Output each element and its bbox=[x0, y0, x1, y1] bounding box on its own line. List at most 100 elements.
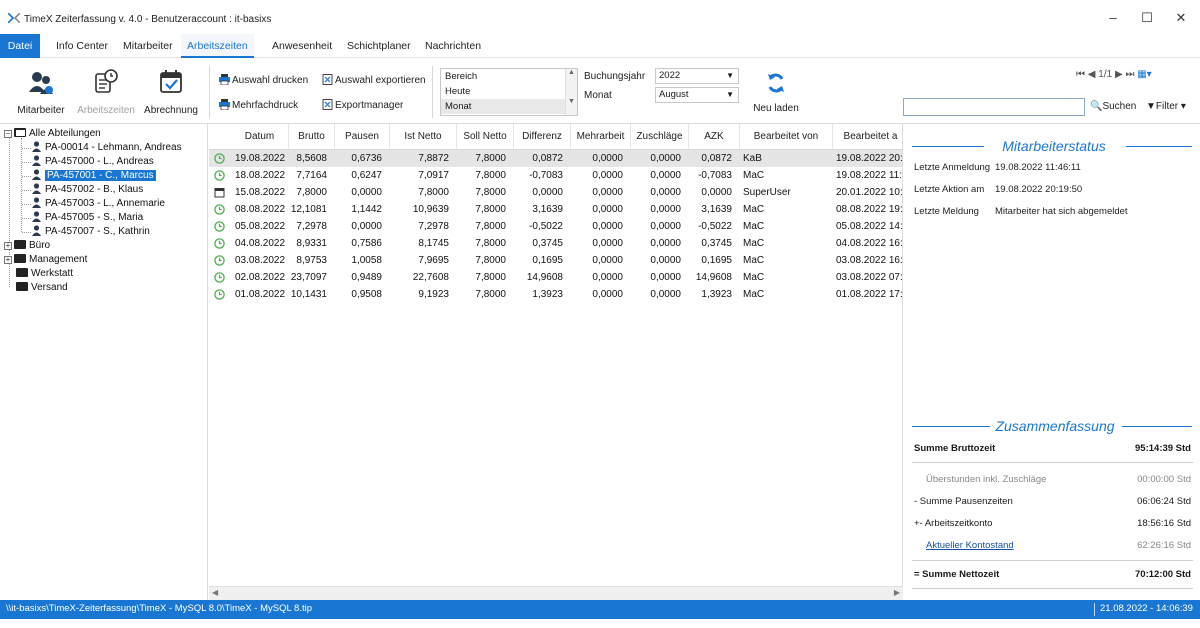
table-cell: 0,7586 bbox=[351, 238, 382, 249]
tree-node-werkstatt[interactable]: Werkstatt bbox=[16, 267, 73, 280]
tree-node-label: Werkstatt bbox=[31, 268, 74, 279]
monat-select[interactable]: August ▼ bbox=[655, 87, 739, 103]
auswahl-exportieren-label: Auswahl exportieren bbox=[335, 75, 426, 86]
menu-arbeitszeiten[interactable]: Arbeitszeiten bbox=[181, 34, 254, 58]
table-cell: MaC bbox=[743, 204, 765, 215]
next-page-icon[interactable]: ▶ bbox=[1115, 69, 1123, 80]
tree-node-versand[interactable]: Versand bbox=[16, 281, 68, 294]
menu-info-center[interactable]: Info Center bbox=[50, 34, 114, 58]
last-page-icon[interactable]: ⏭ bbox=[1125, 69, 1134, 80]
time-records-grid: Datum Brutto Pausen Ist Netto Soll Netto Diff… bbox=[209, 124, 903, 600]
column-header[interactable]: Datum bbox=[231, 124, 289, 150]
table-cell: 0,0000 bbox=[592, 238, 623, 249]
tree-employee[interactable]: PA-00014 - Lehmann, Andreas bbox=[32, 141, 182, 154]
table-cell: 7,8000 bbox=[475, 255, 506, 266]
maximize-button[interactable]: ☐ bbox=[1132, 8, 1162, 28]
status-datetime: 21.08.2022 - 14:06:39 bbox=[1100, 603, 1193, 614]
collapse-icon[interactable]: − bbox=[4, 130, 12, 138]
table-cell: 0,0000 bbox=[650, 187, 681, 198]
divider bbox=[912, 588, 1193, 589]
column-header[interactable]: Bearbeitet von bbox=[740, 124, 833, 150]
column-header[interactable]: Ist Netto bbox=[390, 124, 457, 150]
filter-icon: ▼ bbox=[1146, 101, 1156, 112]
bereich-option[interactable]: Bereich bbox=[441, 69, 577, 84]
table-row[interactable]: 19.08.2022 8,5608 0,6736 7,8872 7,8000 0,0872… bbox=[209, 150, 902, 167]
table-row[interactable]: 18.08.2022 7,7164 0,6247 7,0917 7,8000 -0,708… bbox=[209, 167, 902, 184]
column-header[interactable]: Soll Netto bbox=[457, 124, 514, 150]
bereich-listbox[interactable]: Bereich Heute Monat ▲ ▼ bbox=[440, 68, 578, 116]
letzte-anmeldung-value: 19.08.2022 11:46:11 bbox=[995, 162, 1081, 173]
table-row[interactable]: 04.08.2022 8,9331 0,7586 8,1745 7,8000 0,3745… bbox=[209, 235, 902, 252]
column-header[interactable]: Brutto bbox=[289, 124, 335, 150]
column-header[interactable]: Zuschläge bbox=[631, 124, 689, 150]
table-row[interactable]: 15.08.2022 7,8000 0,0000 7,8000 7,8000 0,0000… bbox=[209, 184, 902, 201]
minimize-button[interactable]: – bbox=[1098, 8, 1128, 28]
scroll-right-icon[interactable]: ▶ bbox=[894, 588, 900, 597]
table-cell: 0,0000 bbox=[650, 238, 681, 249]
table-cell: 19.08.2022 bbox=[235, 153, 286, 164]
first-page-icon[interactable]: ⏮ bbox=[1076, 69, 1085, 80]
tree-root[interactable]: − Alle Abteilungen bbox=[4, 127, 101, 140]
column-header[interactable]: Bearbeitet a bbox=[833, 124, 902, 150]
columns-menu-icon[interactable]: ▦▾ bbox=[1137, 69, 1151, 80]
search-icon: 🔍 bbox=[1090, 101, 1103, 112]
table-row[interactable]: 05.08.2022 7,2978 0,0000 7,2978 7,8000 -0,502… bbox=[209, 218, 902, 235]
tree-employee[interactable]: PA-457002 - B., Klaus bbox=[32, 183, 143, 196]
prev-page-icon[interactable]: ◀ bbox=[1088, 69, 1096, 80]
kontostand-value: 62:26:16 Std bbox=[1137, 540, 1191, 551]
arbeitszeiten-button[interactable]: Arbeitszeiten bbox=[74, 64, 138, 116]
tree-employee[interactable]: PA-457003 - L., Annemarie bbox=[32, 197, 165, 210]
menu-schichtplaner[interactable]: Schichtplaner bbox=[341, 34, 417, 58]
horizontal-scrollbar[interactable]: ◀ ▶ bbox=[209, 586, 903, 600]
tree-node-buero[interactable]: + Büro bbox=[4, 239, 50, 252]
table-cell: -0,7083 bbox=[698, 170, 732, 181]
menu-anwesenheit[interactable]: Anwesenheit bbox=[266, 34, 338, 58]
table-row[interactable]: 02.08.2022 23,7097 0,9489 22,7608 7,8000 14,9… bbox=[209, 269, 902, 286]
abrechnung-button[interactable]: Abrechnung bbox=[142, 64, 200, 116]
expand-icon[interactable]: + bbox=[4, 242, 12, 250]
tree-employee[interactable]: PA-457000 - L., Andreas bbox=[32, 155, 154, 168]
column-header[interactable]: Differenz bbox=[514, 124, 571, 150]
tree-employee[interactable]: PA-457001 - C., Marcus bbox=[32, 169, 156, 182]
table-cell: 0,6736 bbox=[351, 153, 382, 164]
neu-laden-button[interactable]: Neu laden bbox=[752, 64, 800, 114]
summe-bruttozeit-row: Summe Bruttozeit 95:14:39 Std bbox=[912, 439, 1193, 459]
menu-mitarbeiter[interactable]: Mitarbeiter bbox=[117, 34, 179, 58]
menu-nachrichten[interactable]: Nachrichten bbox=[419, 34, 487, 58]
folder-icon bbox=[16, 268, 28, 277]
column-header[interactable]: Pausen bbox=[335, 124, 390, 150]
table-cell: 10,1431 bbox=[290, 289, 327, 300]
column-header[interactable]: AZK bbox=[689, 124, 740, 150]
tree-node-management[interactable]: + Management bbox=[4, 253, 87, 266]
column-header[interactable]: Mehrarbeit bbox=[571, 124, 631, 150]
tree-employee[interactable]: PA-457005 - S., Maria bbox=[32, 211, 143, 224]
bereich-option[interactable]: Heute bbox=[441, 84, 577, 99]
table-cell: 0,0000 bbox=[650, 255, 681, 266]
kontostand-row: Aktueller Kontostand 62:26:16 Std bbox=[912, 536, 1193, 556]
mitarbeiter-label: Mitarbeiter bbox=[17, 105, 65, 116]
buchungsjahr-select[interactable]: 2022 ▼ bbox=[655, 68, 739, 84]
filter-button[interactable]: ▼Filter ▾ bbox=[1146, 101, 1186, 112]
table-row[interactable]: 03.08.2022 8,9753 1,0058 7,9695 7,8000 0,1695… bbox=[209, 252, 902, 269]
listbox-scrollbar[interactable]: ▲ ▼ bbox=[565, 69, 577, 115]
menu-datei[interactable]: Datei bbox=[0, 34, 40, 58]
tree-employee[interactable]: PA-457007 - S., Kathrin bbox=[32, 225, 150, 238]
search-button[interactable]: 🔍Suchen bbox=[1090, 101, 1136, 112]
scroll-left-icon[interactable]: ◀ bbox=[212, 588, 218, 597]
mitarbeiter-button[interactable]: Mitarbeiter bbox=[12, 64, 70, 116]
bereich-option-selected[interactable]: Monat bbox=[441, 99, 577, 114]
close-button[interactable]: ✕ bbox=[1166, 8, 1196, 28]
auswahl-drucken-button[interactable]: Auswahl drucken bbox=[219, 74, 308, 86]
table-row[interactable]: 08.08.2022 12,1081 1,1442 10,9639 7,8000 3,16… bbox=[209, 201, 902, 218]
mehrfachdruck-button[interactable]: Mehrfachdruck bbox=[219, 99, 298, 111]
auswahl-exportieren-button[interactable]: Auswahl exportieren bbox=[322, 74, 426, 86]
expand-icon[interactable]: + bbox=[4, 256, 12, 264]
ueberstunden-value: 00:00:00 Std bbox=[1137, 474, 1191, 485]
table-row[interactable]: 01.08.2022 10,1431 0,9508 9,1923 7,8000 1,392… bbox=[209, 286, 902, 303]
chevron-down-icon[interactable]: ▼ bbox=[566, 98, 577, 105]
kontostand-link[interactable]: Aktueller Kontostand bbox=[926, 540, 1014, 551]
chevron-up-icon[interactable]: ▲ bbox=[566, 69, 577, 76]
search-input[interactable] bbox=[903, 98, 1085, 116]
exportmanager-button[interactable]: Exportmanager bbox=[322, 99, 403, 111]
exportmanager-label: Exportmanager bbox=[335, 100, 404, 111]
